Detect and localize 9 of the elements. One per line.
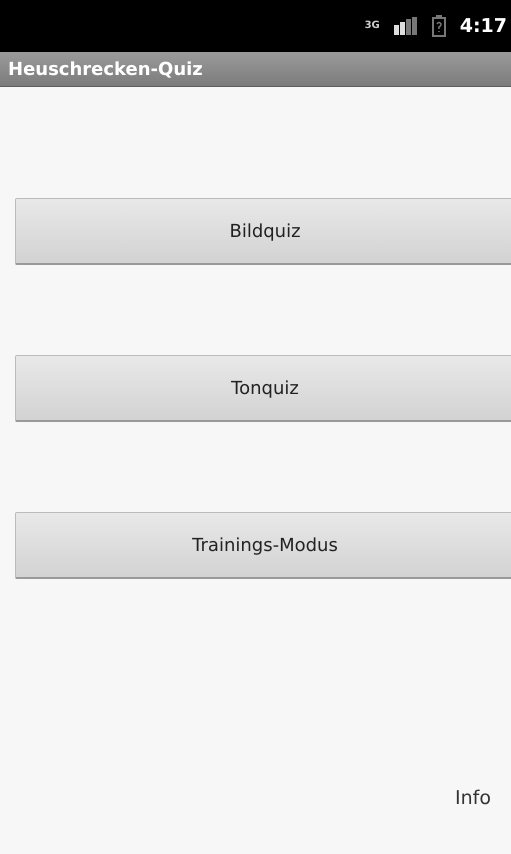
clock-time: 4:17	[460, 15, 507, 37]
menu-button[interactable]: Trainings-Modus	[15, 512, 511, 579]
menu-button[interactable]: Bildquiz	[15, 198, 511, 265]
network-type-label: 3G	[364, 21, 380, 31]
battery-unknown-icon	[432, 15, 446, 37]
app-title: Heuschrecken-Quiz	[8, 58, 203, 80]
menu-button[interactable]: Tonquiz	[15, 355, 511, 422]
info-link[interactable]: Info	[455, 787, 491, 809]
signal-icon	[394, 17, 418, 35]
